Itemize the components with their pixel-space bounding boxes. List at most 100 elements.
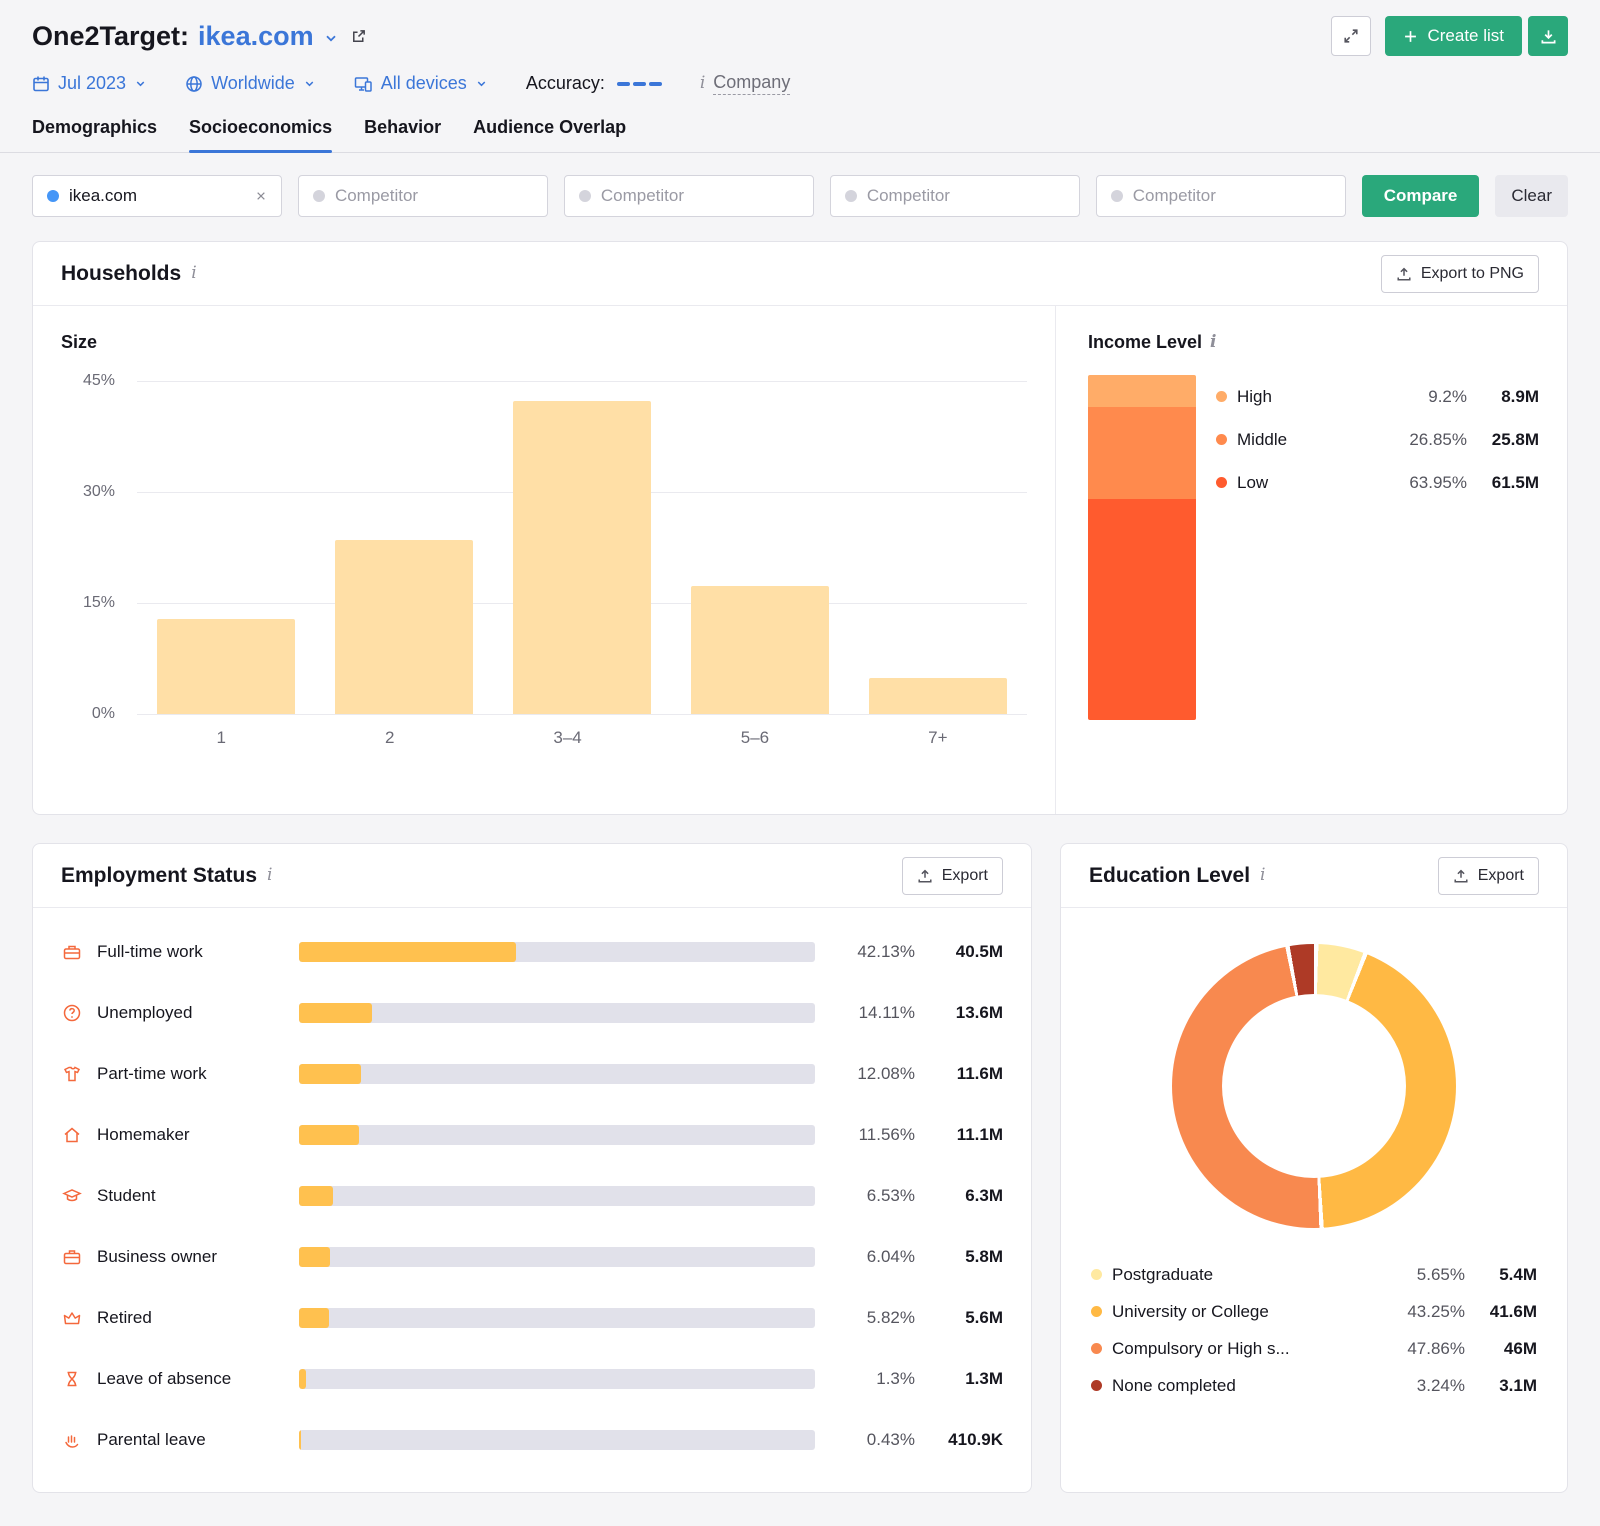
competitor-input-3[interactable] <box>866 186 1065 206</box>
legend-row: Compulsory or High s... 47.86% 46M <box>1091 1330 1537 1367</box>
create-list-label: Create list <box>1427 26 1504 45</box>
employment-value: 5.8M <box>965 1246 1003 1266</box>
employment-bar <box>299 1185 815 1206</box>
legend-percent: 3.24% <box>1416 1375 1465 1395</box>
income-segment-low <box>1088 499 1196 720</box>
employment-value: 13.6M <box>955 1002 1003 1022</box>
competitor-input-1[interactable] <box>334 186 533 206</box>
header-actions: Create list <box>1331 16 1568 56</box>
size-bar <box>869 678 1007 714</box>
devices-filter[interactable]: All devices <box>354 73 488 94</box>
donut-hole <box>1222 994 1406 1178</box>
chevron-down-icon[interactable] <box>323 30 339 46</box>
info-icon[interactable] <box>267 867 272 884</box>
compare-button[interactable]: Compare <box>1361 175 1480 217</box>
legend-percent: 26.85% <box>1409 429 1467 449</box>
competitor-dot <box>312 190 325 202</box>
page-title: One2Target: ikea.com <box>32 21 367 52</box>
education-export-button[interactable]: Export <box>1437 856 1539 895</box>
size-x-axis: 1 2 3–4 5–6 7+ <box>137 728 1027 748</box>
income-legend: High 9.2% 8.9M Middle 26.85% 25.8M Low 6… <box>1216 375 1539 720</box>
company-link[interactable]: Company <box>700 72 791 95</box>
plus-icon <box>1403 29 1418 44</box>
y-tick: 45% <box>82 372 115 389</box>
top-bar: One2Target: ikea.com Create list <box>32 0 1568 56</box>
expand-button[interactable] <box>1331 16 1372 56</box>
legend-label: University or College <box>1112 1301 1269 1321</box>
households-header: Households Export to PNG <box>33 242 1567 306</box>
legend-value: 41.6M <box>1489 1301 1537 1321</box>
employment-row: Parental leave 0.43% 410.9K <box>61 1409 1003 1470</box>
region-filter[interactable]: Worldwide <box>185 73 316 94</box>
employment-label: Retired <box>97 1307 152 1327</box>
tab-audience-overlap[interactable]: Audience Overlap <box>473 117 626 152</box>
tab-demographics[interactable]: Demographics <box>32 117 157 152</box>
legend-dot <box>1091 1306 1102 1317</box>
export-png-button[interactable]: Export to PNG <box>1380 254 1539 293</box>
page: One2Target: ikea.com Create list Jul 202… <box>0 0 1600 1493</box>
employment-row: Student 6.53% 6.3M <box>61 1165 1003 1226</box>
employment-export-label: Export <box>941 866 988 884</box>
employment-row: Homemaker 11.56% 11.1M <box>61 1104 1003 1165</box>
income-segment-middle <box>1088 406 1196 500</box>
close-icon[interactable] <box>255 190 267 202</box>
size-bar <box>513 400 651 714</box>
competitor-input-4[interactable] <box>1132 186 1331 206</box>
education-card: Education Level Export Postgraduate <box>1060 843 1568 1493</box>
info-icon[interactable] <box>191 265 196 282</box>
employment-row: Leave of absence 1.3% 1.3M <box>61 1348 1003 1409</box>
households-title: Households <box>61 261 182 285</box>
legend-percent: 5.65% <box>1416 1264 1465 1284</box>
legend-label: Compulsory or High s... <box>1112 1338 1290 1358</box>
employment-value: 1.3M <box>965 1368 1003 1388</box>
employment-export-button[interactable]: Export <box>901 856 1003 895</box>
legend-value: 5.4M <box>1499 1264 1537 1284</box>
size-y-axis: 45% 30% 15% 0% <box>61 372 125 722</box>
competitor-field-3 <box>829 175 1080 217</box>
upload-icon <box>1396 266 1412 282</box>
globe-icon <box>185 75 203 93</box>
employment-title: Employment Status <box>61 863 258 887</box>
employment-label: Unemployed <box>97 1002 193 1022</box>
size-title: Size <box>61 332 98 352</box>
employment-bar <box>299 1307 815 1328</box>
employment-label: Part-time work <box>97 1063 207 1083</box>
target-domain: ikea.com <box>198 20 314 51</box>
external-link-icon[interactable] <box>350 28 367 45</box>
size-bars <box>137 381 1027 714</box>
bottom-section: Employment Status Export Full-time work … <box>32 815 1568 1493</box>
x-tick: 2 <box>384 728 395 747</box>
clear-button[interactable]: Clear <box>1495 175 1568 217</box>
export-png-label: Export to PNG <box>1420 264 1524 282</box>
hand-icon <box>61 1430 83 1450</box>
target-dot <box>47 190 59 202</box>
legend-value: 8.9M <box>1501 386 1539 406</box>
tab-socioeconomics[interactable]: Socioeconomics <box>189 117 333 153</box>
size-pane: Size 45% 30% 15% 0% 1 2 3–4 5–6 7+ <box>33 306 1055 814</box>
legend-percent: 43.25% <box>1407 1301 1465 1321</box>
info-icon[interactable] <box>1260 867 1265 884</box>
create-list-group: Create list <box>1385 16 1568 56</box>
employment-row: Part-time work 12.08% 11.6M <box>61 1043 1003 1104</box>
legend-dot <box>1091 1269 1102 1280</box>
legend-label: Postgraduate <box>1112 1264 1214 1284</box>
company-label: Company <box>713 72 791 95</box>
tab-behavior[interactable]: Behavior <box>364 117 441 152</box>
legend-value: 3.1M <box>1499 1375 1537 1395</box>
employment-value: 5.6M <box>965 1307 1003 1327</box>
households-card: Households Export to PNG Size 45% 30% 15… <box>32 241 1568 815</box>
download-button[interactable] <box>1528 16 1568 56</box>
date-filter[interactable]: Jul 2023 <box>32 73 147 94</box>
app-title: One2Target: <box>32 20 190 51</box>
expand-icon <box>1343 28 1359 44</box>
employment-bar <box>299 1063 815 1084</box>
competitor-field-2 <box>563 175 814 217</box>
income-stacked-bar <box>1088 375 1196 720</box>
size-bar <box>157 618 295 714</box>
info-icon[interactable] <box>1210 334 1216 351</box>
competitor-input-2[interactable] <box>600 186 799 206</box>
target-chip[interactable]: ikea.com <box>32 175 282 217</box>
legend-label: Middle <box>1237 429 1288 449</box>
toolbox-icon <box>61 942 83 962</box>
create-list-button[interactable]: Create list <box>1385 16 1522 56</box>
